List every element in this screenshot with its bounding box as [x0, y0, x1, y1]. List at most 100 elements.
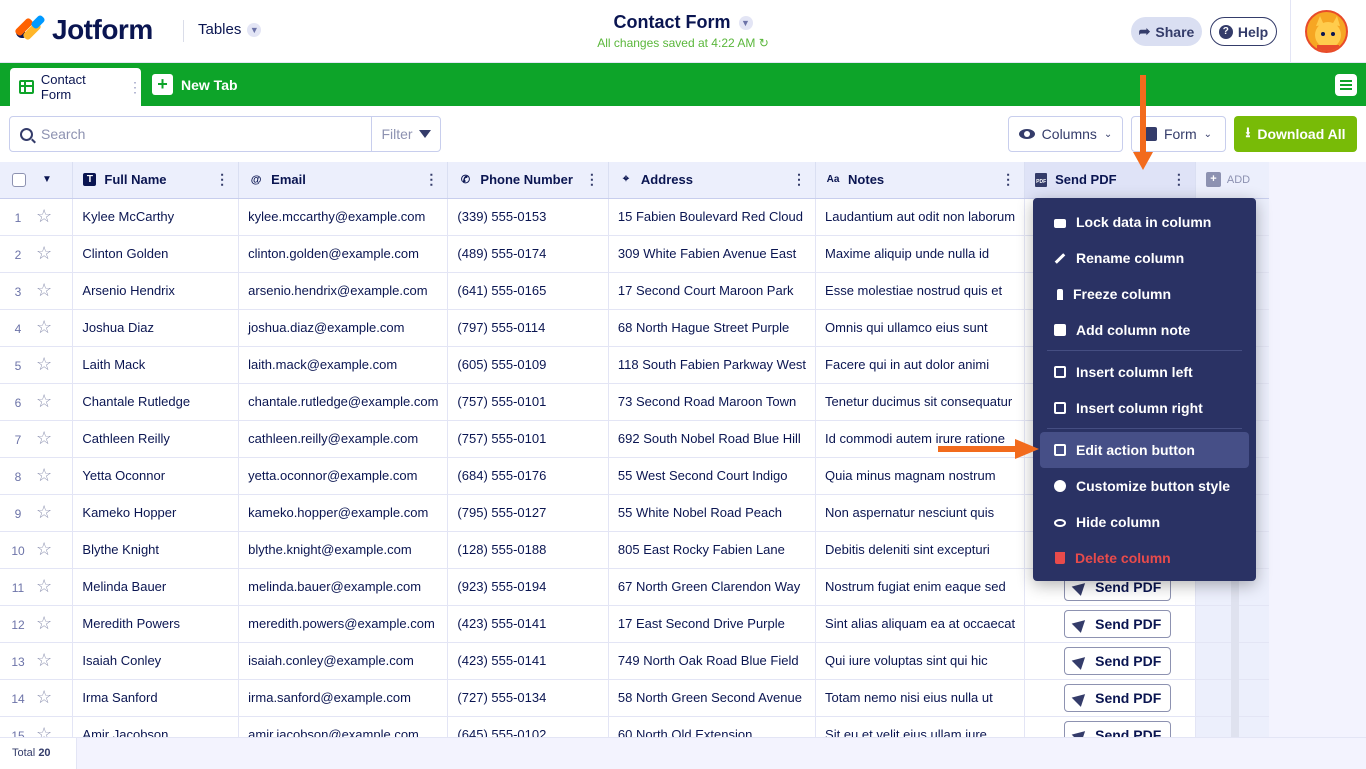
table-row[interactable]: 15 ☆ Amir Jacobson amir.jacobson@example.co…: [0, 716, 1366, 737]
tab-options-icon[interactable]: ⋮: [128, 80, 142, 94]
menu-item-delete-column[interactable]: Delete column: [1040, 540, 1249, 576]
cell-email[interactable]: joshua.diaz@example.com: [238, 309, 449, 347]
table-row[interactable]: 12 ☆ Meredith Powers meredith.powers@exampl…: [0, 605, 1366, 643]
form-title[interactable]: Contact Form ▼: [614, 12, 753, 33]
column-header-address[interactable]: ⌖ Address ⋮: [608, 162, 817, 199]
cell-address[interactable]: 805 East Rocky Fabien Lane: [608, 531, 817, 569]
cell-email[interactable]: chantale.rutledge@example.com: [238, 383, 449, 421]
column-header-email[interactable]: @ Email ⋮: [238, 162, 449, 199]
send-pdf-button[interactable]: Send PDF: [1064, 720, 1172, 737]
cell-full-name[interactable]: Meredith Powers: [72, 605, 240, 643]
cell-full-name[interactable]: Kylee McCarthy: [72, 198, 240, 236]
cell-phone[interactable]: (727) 555-0134: [447, 679, 609, 717]
select-all-header[interactable]: ▼: [0, 162, 74, 199]
cell-email[interactable]: melinda.bauer@example.com: [238, 568, 449, 606]
cell-phone[interactable]: (684) 555-0176: [447, 457, 609, 495]
cell-email[interactable]: blythe.knight@example.com: [238, 531, 449, 569]
cell-address[interactable]: 692 South Nobel Road Blue Hill: [608, 420, 817, 458]
cell-phone[interactable]: (489) 555-0174: [447, 235, 609, 273]
menu-item-insert-column-right[interactable]: Insert column right: [1040, 390, 1249, 426]
column-header-send-pdf[interactable]: PDF Send PDF ⋮: [1024, 162, 1196, 199]
star-icon[interactable]: ☆: [36, 650, 52, 670]
cell-address[interactable]: 118 South Fabien Parkway West: [608, 346, 817, 384]
send-pdf-button[interactable]: Send PDF: [1064, 646, 1172, 675]
cell-address[interactable]: 17 Second Court Maroon Park: [608, 272, 817, 310]
star-icon[interactable]: ☆: [36, 724, 52, 737]
menu-item-edit-action-button[interactable]: Edit action button: [1040, 432, 1249, 468]
cell-address[interactable]: 17 East Second Drive Purple: [608, 605, 817, 643]
cell-notes[interactable]: Laudantium aut odit non laborum: [815, 198, 1026, 236]
cell-address[interactable]: 73 Second Road Maroon Town: [608, 383, 817, 421]
cell-address[interactable]: 309 White Fabien Avenue East: [608, 235, 817, 273]
chevron-down-icon[interactable]: ▼: [42, 174, 52, 185]
column-header-notes[interactable]: Aa Notes ⋮: [815, 162, 1026, 199]
cell-phone[interactable]: (645) 555-0102: [447, 716, 609, 737]
star-icon[interactable]: ☆: [36, 317, 52, 337]
cell-address[interactable]: 749 North Oak Road Blue Field: [608, 642, 817, 680]
cell-phone[interactable]: (605) 555-0109: [447, 346, 609, 384]
column-options-icon[interactable]: ⋮: [1172, 172, 1186, 186]
column-options-icon[interactable]: ⋮: [792, 172, 806, 186]
cell-email[interactable]: arsenio.hendrix@example.com: [238, 272, 449, 310]
cell-full-name[interactable]: Irma Sanford: [72, 679, 240, 717]
menu-item-freeze-column[interactable]: Freeze column: [1040, 276, 1249, 312]
cell-notes[interactable]: Sit eu et velit eius ullam iure: [815, 716, 1026, 737]
star-icon[interactable]: ☆: [36, 280, 52, 300]
search-input[interactable]: Search: [9, 116, 372, 152]
cell-email[interactable]: isaiah.conley@example.com: [238, 642, 449, 680]
cell-notes[interactable]: Debitis deleniti sint excepturi: [815, 531, 1026, 569]
cell-address[interactable]: 60 North Old Extension: [608, 716, 817, 737]
table-row[interactable]: 13 ☆ Isaiah Conley isaiah.conley@example.co…: [0, 642, 1366, 680]
download-all-button[interactable]: ⭳ Download All: [1234, 116, 1357, 152]
cell-email[interactable]: cathleen.reilly@example.com: [238, 420, 449, 458]
cell-phone[interactable]: (339) 555-0153: [447, 198, 609, 236]
cell-notes[interactable]: Omnis qui ullamco eius sunt: [815, 309, 1026, 347]
cell-phone[interactable]: (923) 555-0194: [447, 568, 609, 606]
star-icon[interactable]: ☆: [36, 354, 52, 374]
cell-phone[interactable]: (423) 555-0141: [447, 642, 609, 680]
cell-email[interactable]: clinton.golden@example.com: [238, 235, 449, 273]
star-icon[interactable]: ☆: [36, 428, 52, 448]
star-icon[interactable]: ☆: [36, 502, 52, 522]
select-all-checkbox[interactable]: [12, 172, 26, 187]
cell-email[interactable]: kylee.mccarthy@example.com: [238, 198, 449, 236]
column-header-full-name[interactable]: T Full Name ⋮: [72, 162, 240, 199]
cell-notes[interactable]: Maxime aliquip unde nulla id: [815, 235, 1026, 273]
user-avatar[interactable]: [1305, 10, 1348, 53]
new-tab-button[interactable]: + New Tab: [152, 74, 238, 95]
cell-address[interactable]: 15 Fabien Boulevard Red Cloud: [608, 198, 817, 236]
cell-notes[interactable]: Tenetur ducimus sit consequatur: [815, 383, 1026, 421]
cell-full-name[interactable]: Cathleen Reilly: [72, 420, 240, 458]
cell-phone[interactable]: (641) 555-0165: [447, 272, 609, 310]
cell-phone[interactable]: (128) 555-0188: [447, 531, 609, 569]
star-icon[interactable]: ☆: [36, 539, 52, 559]
cell-full-name[interactable]: Joshua Diaz: [72, 309, 240, 347]
cell-notes[interactable]: Esse molestiae nostrud quis et: [815, 272, 1026, 310]
cell-address[interactable]: 58 North Green Second Avenue: [608, 679, 817, 717]
menu-item-hide-column[interactable]: Hide column: [1040, 504, 1249, 540]
cell-email[interactable]: kameko.hopper@example.com: [238, 494, 449, 532]
cell-notes[interactable]: Facere qui in aut dolor animi: [815, 346, 1026, 384]
cell-full-name[interactable]: Melinda Bauer: [72, 568, 240, 606]
cell-phone[interactable]: (423) 555-0141: [447, 605, 609, 643]
cell-full-name[interactable]: Kameko Hopper: [72, 494, 240, 532]
cell-full-name[interactable]: Blythe Knight: [72, 531, 240, 569]
star-icon[interactable]: ☆: [36, 687, 52, 707]
column-options-icon[interactable]: ⋮: [1001, 172, 1015, 186]
menu-item-rename-column[interactable]: Rename column: [1040, 240, 1249, 276]
cell-full-name[interactable]: Chantale Rutledge: [72, 383, 240, 421]
help-button[interactable]: ? Help: [1210, 17, 1277, 46]
cell-notes[interactable]: Qui iure voluptas sint qui hic: [815, 642, 1026, 680]
cell-full-name[interactable]: Isaiah Conley: [72, 642, 240, 680]
menu-item-customize-button-style[interactable]: Customize button style: [1040, 468, 1249, 504]
send-pdf-button[interactable]: Send PDF: [1064, 609, 1172, 638]
cell-email[interactable]: laith.mack@example.com: [238, 346, 449, 384]
cell-full-name[interactable]: Clinton Golden: [72, 235, 240, 273]
cell-address[interactable]: 55 White Nobel Road Peach: [608, 494, 817, 532]
star-icon[interactable]: ☆: [36, 613, 52, 633]
menu-item-lock-data[interactable]: Lock data in column: [1040, 204, 1249, 240]
column-options-icon[interactable]: ⋮: [585, 172, 599, 186]
column-options-icon[interactable]: ⋮: [424, 172, 438, 186]
star-icon[interactable]: ☆: [36, 243, 52, 263]
cell-phone[interactable]: (757) 555-0101: [447, 383, 609, 421]
